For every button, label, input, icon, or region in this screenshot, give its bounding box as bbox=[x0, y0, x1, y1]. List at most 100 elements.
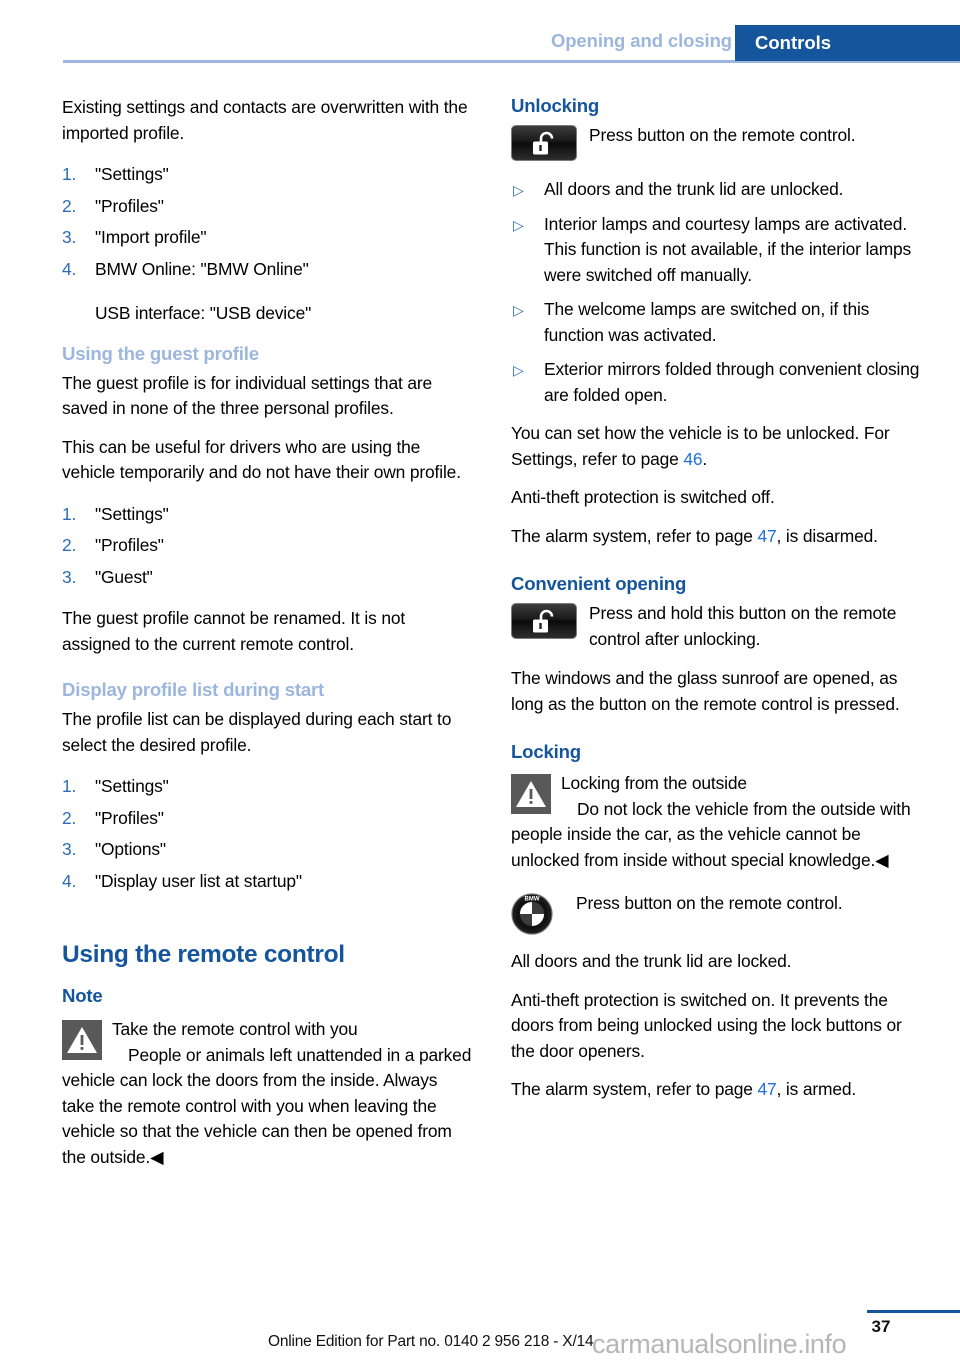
list-number: 2. bbox=[62, 195, 77, 216]
list-text: "Display user list at startup" bbox=[95, 870, 302, 891]
list-text: "Profiles" bbox=[95, 195, 164, 216]
list-item: ▷ The welcome lamps are switched on, if t… bbox=[511, 297, 921, 348]
locking-alarm-paragraph: The alarm system, refer to page 47, is a… bbox=[511, 1077, 921, 1103]
display-profile-list-paragraph: The profile list can be displayed during… bbox=[62, 709, 452, 755]
import-profile-steps: 1. "Settings" 2. "Profiles" 3. "Import prof… bbox=[62, 159, 472, 285]
alarm-text-before: The alarm system, refer to page bbox=[511, 1079, 758, 1099]
list-number: 1. bbox=[62, 164, 77, 184]
alarm-text-after: , is disarmed. bbox=[776, 525, 878, 546]
list-item: ▷ All doors and the trunk lid are unlocke… bbox=[511, 177, 921, 203]
list-item: 3. "Guest" bbox=[62, 562, 472, 594]
page-number-divider bbox=[867, 1310, 960, 1313]
footer-edition-text: Online Edition for Part no. 0140 2 956 2… bbox=[268, 1333, 594, 1350]
warning-title: Locking from the outside bbox=[561, 773, 747, 793]
triangle-bullet-icon: ▷ bbox=[513, 216, 524, 233]
header-section-tab: Controls bbox=[735, 25, 960, 61]
guest-profile-paragraph-1: The guest profile is for individual sett… bbox=[62, 372, 433, 419]
import-steps-subline: USB interface: "USB device" bbox=[95, 303, 312, 323]
alarm-text-after: , is armed. bbox=[776, 1079, 857, 1099]
unlock-padlock-icon bbox=[511, 603, 577, 639]
page-header: Opening and closing Controls bbox=[0, 0, 960, 63]
locking-paragraph-1: All doors and the trunk lid are locked. bbox=[511, 951, 792, 971]
locking-heading: Locking bbox=[511, 741, 581, 762]
alarm-text-before: The alarm system, refer to page bbox=[511, 525, 758, 546]
guest-profile-steps: 1. "Settings" 2. "Profiles" 3. "Guest" bbox=[62, 499, 472, 594]
warning-body: Do not lock the vehicle from the outside… bbox=[511, 798, 911, 870]
unlocking-icon-block: Press button on the remote control. bbox=[511, 123, 921, 163]
list-item: 2. "Profiles" bbox=[62, 530, 472, 562]
list-number: 1. bbox=[62, 776, 77, 796]
svg-text:BMW: BMW bbox=[525, 897, 540, 903]
warning-body: People or animals left unattended in a p… bbox=[62, 1044, 472, 1167]
list-number: 3. bbox=[62, 227, 77, 247]
triangle-bullet-icon: ▷ bbox=[513, 362, 524, 378]
list-number: 2. bbox=[62, 807, 77, 828]
bmw-logo-holder: BMW bbox=[511, 893, 553, 935]
warning-triangle-icon bbox=[511, 774, 551, 814]
list-number: 3. bbox=[62, 839, 77, 859]
list-text: All doors and the trunk lid are unlocked… bbox=[544, 179, 844, 199]
warning-title: Take the remote control with you bbox=[112, 1019, 358, 1039]
locking-bmw-caption: Press button on the remote control. bbox=[576, 893, 843, 913]
list-number: 4. bbox=[62, 870, 77, 891]
locking-bmw-icon-block: BMW Press button on the remote control. bbox=[511, 891, 921, 935]
list-number: 3. bbox=[62, 566, 77, 587]
list-item: 1. "Settings" bbox=[62, 499, 472, 531]
note-heading: Note bbox=[62, 985, 103, 1006]
header-section-label: Controls bbox=[755, 32, 832, 53]
list-item: 3. "Options" bbox=[62, 834, 472, 866]
list-item: 1. "Settings" bbox=[62, 771, 472, 803]
list-text: Interior lamps and courtesy lamps are ac… bbox=[544, 213, 912, 285]
page-reference-link[interactable]: 47 bbox=[758, 526, 777, 546]
triangle-bullet-icon: ▷ bbox=[513, 302, 524, 318]
guest-profile-paragraph-2: This can be useful for drivers who are u… bbox=[62, 436, 461, 483]
list-item: 1. "Settings" bbox=[62, 159, 472, 191]
settings-text-after: . bbox=[702, 448, 708, 469]
page-reference-link[interactable]: 46 bbox=[683, 449, 702, 469]
list-item: ▷ Interior lamps and courtesy lamps are a… bbox=[511, 212, 921, 289]
list-text: "Settings" bbox=[95, 503, 169, 524]
site-watermark: carmanualsonline.info bbox=[592, 1329, 847, 1359]
list-number: 1. bbox=[62, 503, 77, 524]
list-item: 3. "Import profile" bbox=[62, 222, 472, 254]
intro-paragraph: Existing settings and contacts are overw… bbox=[62, 97, 468, 143]
guest-profile-heading: Using the guest profile bbox=[62, 342, 259, 364]
list-text: "Settings" bbox=[95, 776, 169, 796]
convenient-opening-paragraph: The windows and the glass sunroof are op… bbox=[511, 668, 900, 714]
unlock-button-icon-holder bbox=[511, 125, 577, 161]
list-number: 4. bbox=[62, 258, 77, 279]
unlocking-alarm-paragraph: The alarm system, refer to page 47, is d… bbox=[511, 524, 921, 550]
locking-warning: Locking from the outside Do not lock the… bbox=[511, 771, 921, 873]
locking-paragraph-2: Anti-theft protection is switched on. It… bbox=[511, 989, 902, 1061]
list-text: "Profiles" bbox=[95, 535, 164, 555]
list-item: 4. BMW Online: "BMW Online" bbox=[62, 254, 472, 286]
header-chapter-title: Opening and closing bbox=[550, 30, 732, 51]
list-item: 2. "Profiles" bbox=[62, 191, 472, 223]
list-text: "Profiles" bbox=[95, 807, 164, 828]
list-text: "Import profile" bbox=[95, 227, 207, 247]
unlocking-antitheft-paragraph: Anti-theft protection is switched off. bbox=[511, 487, 775, 507]
unlocking-bullets: ▷ All doors and the trunk lid are unlocke… bbox=[511, 177, 921, 408]
convenient-opening-icon-block: Press and hold this button on the remote… bbox=[511, 601, 921, 652]
list-item: ▷ Exterior mirrors folded through conveni… bbox=[511, 357, 921, 408]
list-item: 2. "Profiles" bbox=[62, 803, 472, 835]
list-item: 4. "Display user list at startup" bbox=[62, 866, 472, 898]
remote-control-warning: Take the remote control with you People … bbox=[62, 1017, 472, 1170]
list-text: Exterior mirrors folded through convenie… bbox=[544, 359, 920, 405]
convenient-open-button-icon-holder bbox=[511, 603, 577, 639]
right-column: Unlocking Press button on the remote con… bbox=[511, 95, 921, 1116]
list-text: BMW Online: "BMW Online" bbox=[95, 258, 309, 279]
list-number: 2. bbox=[62, 535, 77, 555]
triangle-bullet-icon: ▷ bbox=[513, 182, 524, 198]
page-reference-link[interactable]: 47 bbox=[758, 1079, 777, 1099]
list-text: "Guest" bbox=[95, 566, 153, 587]
bmw-roundel-icon: BMW bbox=[511, 893, 553, 935]
list-text: "Settings" bbox=[95, 164, 169, 184]
convenient-opening-heading: Convenient opening bbox=[511, 573, 687, 594]
list-text: "Options" bbox=[95, 839, 166, 859]
remote-control-heading: Using the remote control bbox=[62, 941, 345, 968]
unlocking-settings-paragraph: You can set how the vehicle is to be unl… bbox=[511, 421, 921, 472]
guest-profile-paragraph-3: The guest profile cannot be renamed. It … bbox=[62, 608, 406, 654]
display-profile-list-steps: 1. "Settings" 2. "Profiles" 3. "Options" 4.… bbox=[62, 771, 472, 897]
left-column: Existing settings and contacts are overw… bbox=[62, 95, 472, 1183]
